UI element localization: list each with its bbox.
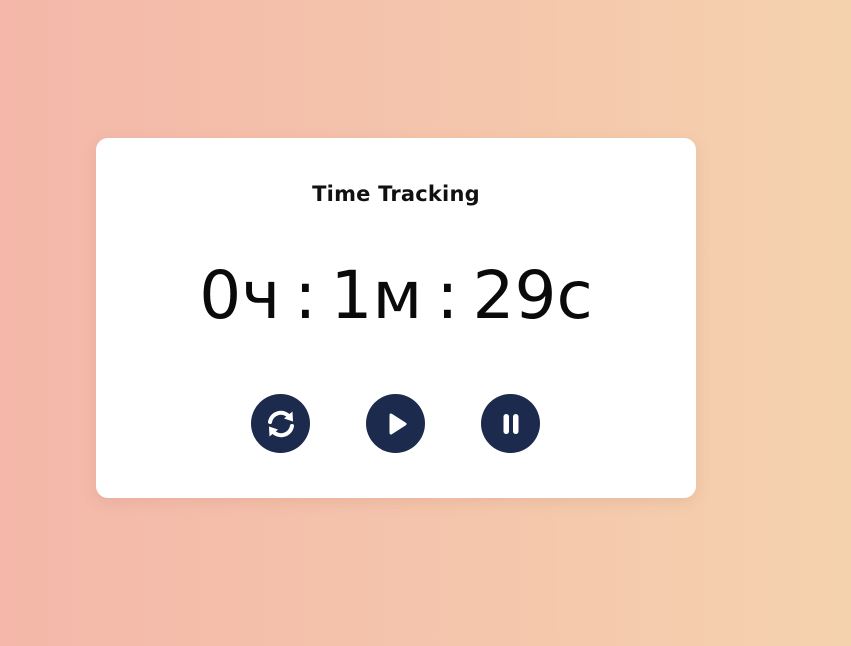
pause-icon [503,413,518,434]
pause-button[interactable] [481,394,540,453]
timer-minutes: 1м [330,257,423,334]
refresh-icon [267,410,294,437]
timer-hours: 0ч [199,257,281,334]
timer-seconds: 29с [472,257,593,334]
timer-display: 0ч:1м:29с [96,256,696,336]
timer-card: Time Tracking 0ч:1м:29с [96,138,696,498]
timer-separator: : [294,257,317,334]
timer-separator: : [436,257,459,334]
play-icon [389,413,406,434]
timer-controls [96,394,696,454]
card-title: Time Tracking [312,182,480,206]
play-button[interactable] [366,394,425,453]
reset-button[interactable] [251,394,310,453]
